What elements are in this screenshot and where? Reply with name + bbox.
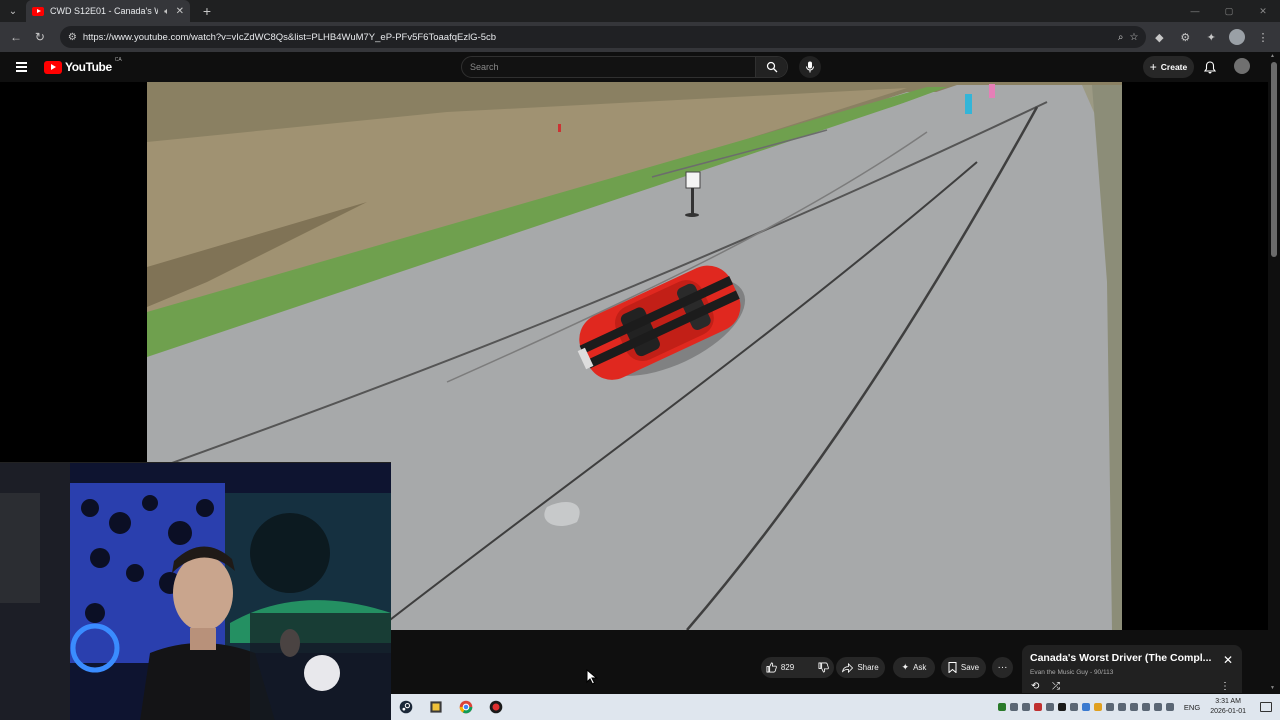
- clock-date: 2026-01-01: [1210, 708, 1246, 715]
- like-button[interactable]: 829: [758, 657, 802, 678]
- loop-playlist-icon[interactable]: ⟲: [1031, 681, 1039, 692]
- plus-icon: +: [1149, 60, 1157, 74]
- taskbar-chrome-icon[interactable]: [451, 694, 481, 720]
- playlist-title[interactable]: Canada's Worst Driver (The Compl...: [1030, 652, 1215, 664]
- minimize-icon[interactable]: —: [1178, 0, 1212, 22]
- new-tab-button[interactable]: +: [196, 0, 218, 22]
- youtube-play-icon: [44, 60, 62, 74]
- pin-icon[interactable]: ✦: [1198, 25, 1224, 49]
- mouse-cursor-icon: [586, 669, 598, 685]
- address-bar[interactable]: ⚙ https://www.youtube.com/watch?v=vIcZdW…: [59, 26, 1147, 48]
- ask-label: Ask: [913, 663, 927, 672]
- tray-icon-11[interactable]: [1117, 703, 1126, 711]
- browser-tab[interactable]: CWD S12E01 - Canada's Wo 🔈︎ ✕: [26, 0, 190, 22]
- search-icon: [766, 61, 777, 73]
- webcam-overlay: [0, 462, 391, 720]
- tray-icon-10[interactable]: [1105, 703, 1114, 711]
- scrollbar-thumb[interactable]: [1271, 62, 1277, 257]
- youtube-header: YouTube CA + Create: [0, 52, 1280, 82]
- browser-toolbar: ← ↻ ⚙ https://www.youtube.com/watch?v=vI…: [0, 22, 1280, 52]
- taskbar-clock[interactable]: 3:31 AM 2026-01-01: [1210, 697, 1246, 717]
- ask-button[interactable]: ✦ Ask: [893, 657, 935, 678]
- close-window-icon[interactable]: ✕: [1246, 0, 1280, 22]
- tray-icon-6[interactable]: [1057, 703, 1066, 711]
- tray-icon-4[interactable]: [1033, 703, 1042, 711]
- dislike-button[interactable]: [810, 657, 837, 678]
- taskbar-obs-icon[interactable]: [481, 694, 511, 720]
- share-label: Share: [857, 663, 879, 672]
- scroll-up-arrow-icon[interactable]: ▲: [1270, 53, 1275, 59]
- extension-icon[interactable]: ◆: [1146, 25, 1172, 49]
- tab-close-icon[interactable]: ✕: [176, 6, 184, 17]
- tray-icon-3[interactable]: [1021, 703, 1030, 711]
- account-avatar[interactable]: [1234, 58, 1250, 74]
- tray-icon-5[interactable]: [1045, 703, 1054, 711]
- windows-taskbar: ENG 3:31 AM 2026-01-01: [391, 694, 1280, 720]
- save-button[interactable]: Save: [941, 657, 986, 678]
- webcam-image: [0, 463, 391, 720]
- bookmark-icon: [948, 662, 957, 673]
- bookmark-star-icon[interactable]: ☆: [1129, 32, 1138, 43]
- window-controls: — ▢ ✕: [1178, 0, 1280, 22]
- tray-icon-9[interactable]: [1093, 703, 1102, 711]
- battery-icon[interactable]: [1141, 703, 1150, 711]
- like-count: 829: [780, 663, 795, 672]
- notification-center-icon[interactable]: [1260, 702, 1272, 712]
- microphone-icon: [806, 61, 814, 73]
- youtube-logo[interactable]: YouTube CA: [44, 57, 122, 74]
- tab-title: CWD S12E01 - Canada's Wo: [50, 6, 159, 16]
- system-tray: ENG 3:31 AM 2026-01-01: [997, 694, 1280, 720]
- profile-button[interactable]: [1224, 25, 1250, 49]
- notifications-bell-icon[interactable]: [1201, 58, 1219, 76]
- browser-menu-icon[interactable]: ⋮: [1250, 25, 1276, 49]
- share-arrow-icon: [842, 662, 854, 673]
- url-text[interactable]: https://www.youtube.com/watch?v=vIcZdWC8…: [83, 32, 1112, 43]
- youtube-favicon-icon: [32, 6, 44, 16]
- search-box: [461, 56, 788, 78]
- search-input[interactable]: [462, 62, 755, 72]
- tab-search-chevron-icon[interactable]: ⌄: [0, 0, 26, 22]
- hamburger-menu-icon[interactable]: [16, 62, 36, 72]
- extensions-puzzle-icon[interactable]: ⚙: [1172, 25, 1198, 49]
- volume-icon[interactable]: [1165, 703, 1174, 711]
- clock-time: 3:31 AM: [1215, 698, 1241, 705]
- shuffle-icon[interactable]: ⤮: [1052, 681, 1060, 692]
- search-button[interactable]: [755, 57, 787, 77]
- save-label: Save: [960, 663, 980, 672]
- taskbar-app-icon[interactable]: [421, 694, 451, 720]
- network-icon[interactable]: [1153, 703, 1162, 711]
- page-scrollbar[interactable]: ▲ ▼: [1268, 52, 1280, 692]
- scroll-down-arrow-icon[interactable]: ▼: [1270, 685, 1275, 691]
- reload-icon[interactable]: ↻: [28, 25, 52, 49]
- tray-icon-7[interactable]: [1069, 703, 1078, 711]
- playlist-subtitle[interactable]: Evan the Music Guy - 90/113: [1030, 669, 1113, 676]
- browser-tab-strip: ⌄ CWD S12E01 - Canada's Wo 🔈︎ ✕ + — ▢ ✕: [0, 0, 1280, 22]
- language-indicator[interactable]: ENG: [1184, 703, 1200, 712]
- back-arrow-icon[interactable]: ←: [4, 25, 28, 49]
- create-button[interactable]: + Create: [1143, 56, 1194, 78]
- speaker-icon[interactable]: 🔈︎: [164, 6, 169, 17]
- thumbs-down-icon: [818, 662, 829, 673]
- country-code: CA: [114, 57, 122, 63]
- voice-search-button[interactable]: [799, 56, 821, 78]
- share-button[interactable]: Share: [836, 657, 885, 678]
- profile-avatar-icon: [1229, 29, 1246, 45]
- tray-icon-1[interactable]: [997, 703, 1006, 711]
- sparkle-icon: ✦: [901, 662, 910, 672]
- taskbar-steam-icon[interactable]: [391, 694, 421, 720]
- playlist-menu-icon[interactable]: ⋮: [1220, 681, 1230, 692]
- create-label: Create: [1160, 62, 1188, 72]
- like-dislike-group: 829: [761, 657, 834, 678]
- playlist-close-icon[interactable]: ✕: [1223, 653, 1233, 667]
- tray-icon-12[interactable]: [1129, 703, 1138, 711]
- youtube-wordmark: YouTube: [65, 60, 112, 74]
- thumbs-up-icon: [766, 662, 777, 673]
- playlist-panel: Canada's Worst Driver (The Compl... Evan…: [1022, 645, 1242, 693]
- tray-icon-8[interactable]: [1081, 703, 1090, 711]
- tray-icon-2[interactable]: [1009, 703, 1018, 711]
- site-info-icon[interactable]: ⚙: [68, 32, 77, 43]
- zoom-icon[interactable]: ⌕: [1118, 32, 1124, 43]
- more-actions-button[interactable]: ···: [992, 657, 1013, 678]
- maximize-icon[interactable]: ▢: [1212, 0, 1246, 22]
